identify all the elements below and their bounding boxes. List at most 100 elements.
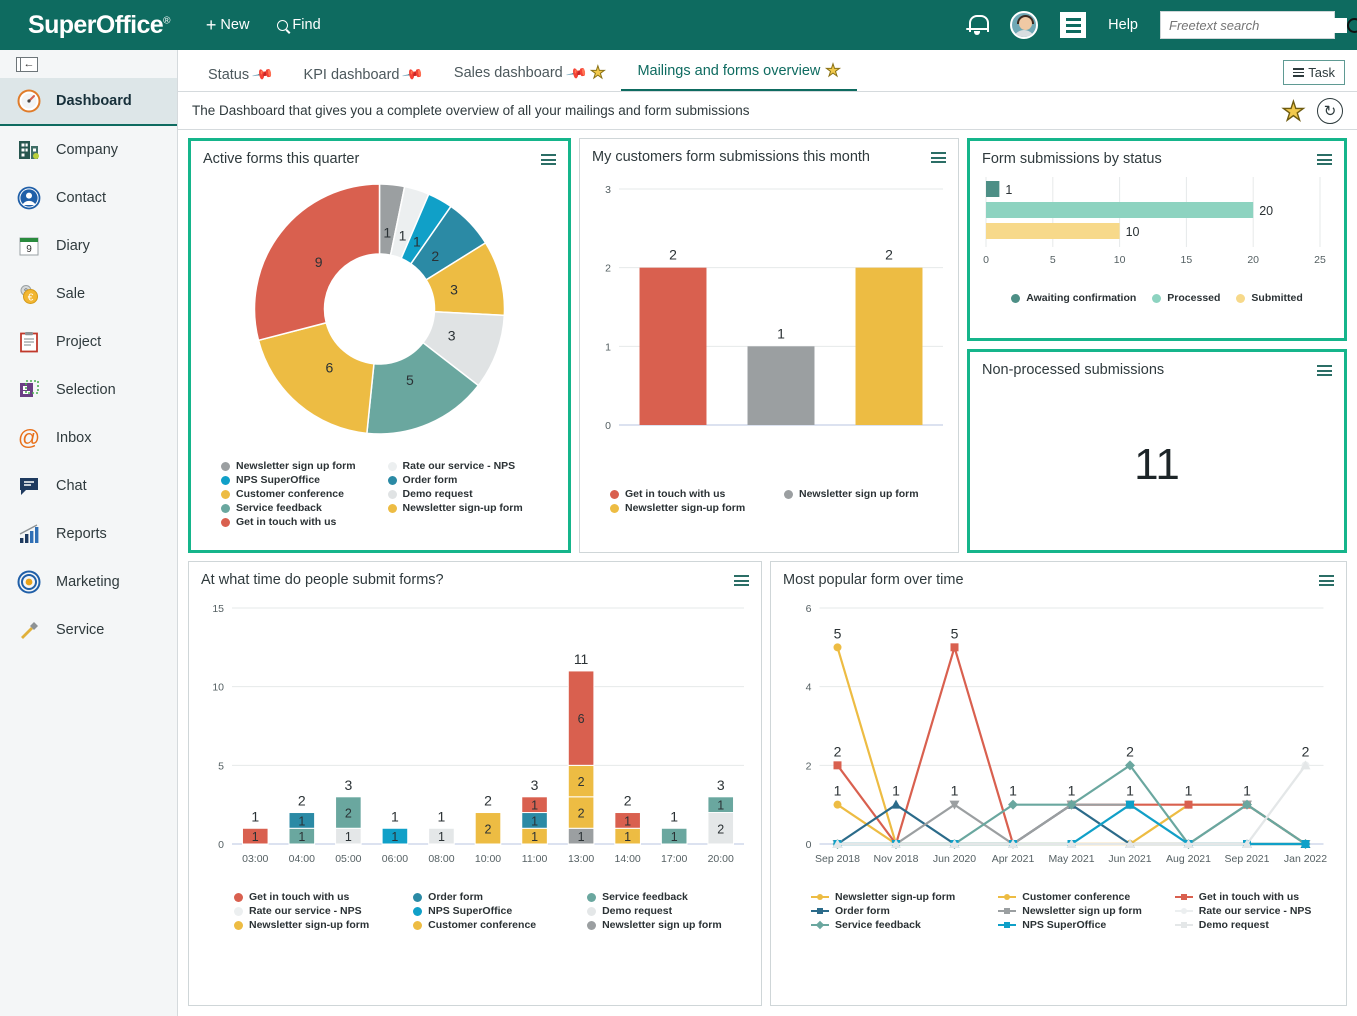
legend-item[interactable]: Newsletter sign-up form: [387, 501, 555, 515]
legend-swatch: [587, 906, 597, 916]
legend-item[interactable]: Awaiting confirmation: [1011, 291, 1136, 305]
legend-item[interactable]: Rate our service - NPS: [234, 904, 413, 918]
sidebar-item-diary[interactable]: 9 Diary: [0, 222, 177, 270]
svg-text:10: 10: [212, 682, 224, 694]
legend-item[interactable]: Demo request: [587, 904, 761, 918]
legend-item[interactable]: Newsletter sign-up form: [811, 890, 998, 904]
sidebar-item-service[interactable]: Service: [0, 606, 177, 654]
task-button[interactable]: Task: [1283, 60, 1345, 85]
legend-item[interactable]: Newsletter sign up form: [587, 918, 761, 932]
legend-item[interactable]: Newsletter sign up form: [998, 904, 1175, 918]
legend-label: Customer conference: [236, 488, 344, 500]
favorite-star-icon[interactable]: ★: [1281, 97, 1306, 124]
legend-swatch: [811, 893, 829, 902]
star-icon[interactable]: ★: [825, 61, 841, 81]
svg-text:14:00: 14:00: [614, 853, 640, 865]
pin-icon[interactable]: 📌: [564, 61, 588, 85]
svg-text:9: 9: [26, 244, 32, 255]
collapse-sidebar-button[interactable]: ←: [16, 56, 38, 72]
svg-text:9: 9: [315, 254, 323, 270]
legend-item[interactable]: Service feedback: [221, 501, 388, 515]
sidebar-item-inbox[interactable]: @ Inbox: [0, 414, 177, 462]
search-input[interactable]: [1169, 17, 1347, 33]
svg-text:2: 2: [1302, 743, 1310, 759]
legend-item[interactable]: Get in touch with us: [610, 487, 784, 501]
tab-status[interactable]: Status 📌: [192, 63, 288, 91]
sidebar-item-marketing[interactable]: Marketing: [0, 558, 177, 606]
legend-item[interactable]: Customer conference: [413, 918, 587, 932]
legend-swatch: [811, 920, 829, 930]
legend-item[interactable]: Customer conference: [998, 890, 1175, 904]
legend-item[interactable]: Get in touch with us: [1174, 890, 1346, 904]
legend-item[interactable]: Demo request: [387, 487, 555, 501]
search-box[interactable]: [1160, 11, 1357, 39]
sidebar-item-selection[interactable]: Selection: [0, 366, 177, 414]
svg-text:1: 1: [892, 783, 900, 799]
search-icon: [277, 19, 289, 31]
avatar[interactable]: [1010, 11, 1039, 39]
legend-item[interactable]: Order form: [413, 890, 587, 904]
legend-item[interactable]: Service feedback: [587, 890, 761, 904]
find-button[interactable]: Find: [277, 17, 321, 33]
new-button[interactable]: + New: [206, 16, 250, 34]
search-submit-icon[interactable]: [1347, 17, 1357, 33]
legend-item[interactable]: Order form: [811, 904, 998, 918]
card-menu-icon[interactable]: [931, 149, 946, 164]
card-menu-icon[interactable]: [734, 572, 749, 587]
sidebar-item-project[interactable]: Project: [0, 318, 177, 366]
legend-item[interactable]: Get in touch with us: [221, 515, 388, 529]
refresh-icon[interactable]: ↻: [1317, 97, 1343, 124]
legend-item[interactable]: Rate our service - NPS: [387, 459, 555, 473]
star-icon[interactable]: ★: [590, 63, 606, 83]
legend-swatch: [1236, 293, 1246, 303]
sidebar-item-reports[interactable]: Reports: [0, 510, 177, 558]
help-link[interactable]: Help: [1108, 17, 1138, 33]
legend-item[interactable]: Newsletter sign up form: [221, 459, 388, 473]
legend-item[interactable]: Newsletter sign up form: [784, 487, 958, 501]
card-at-what-time-do-people-submit-forms[interactable]: At what time do people submit forms? 0 5 1…: [188, 561, 762, 1006]
legend-item[interactable]: NPS SuperOffice: [221, 473, 388, 487]
tab-mailings-and-forms-overview[interactable]: Mailings and forms overview ★: [621, 61, 857, 91]
tab-kpi-dashboard[interactable]: KPI dashboard 📌: [288, 63, 438, 91]
card-menu-icon[interactable]: [1317, 151, 1332, 166]
card-my-customers-form-submissions[interactable]: My customers form submissions this month…: [579, 138, 959, 553]
card-most-popular-form-over-time[interactable]: Most popular form over time 0 2 4 6 Sep 2018…: [770, 561, 1347, 1006]
legend-item[interactable]: Rate our service - NPS: [1174, 904, 1346, 918]
legend-label: Service feedback: [236, 502, 322, 514]
sidebar-item-company[interactable]: Company: [0, 126, 177, 174]
legend-item[interactable]: Get in touch with us: [234, 890, 413, 904]
sidebar-item-contact[interactable]: Contact: [0, 174, 177, 222]
legend-item[interactable]: Service feedback: [811, 918, 998, 932]
legend-item[interactable]: Processed: [1152, 291, 1220, 305]
card-form-submissions-by-status[interactable]: Form submissions by status 1 20 10 0 5 10 15 20…: [967, 138, 1347, 341]
tab-sales-dashboard[interactable]: Sales dashboard 📌 ★: [438, 61, 622, 91]
legend-item[interactable]: Customer conference: [221, 487, 388, 501]
legend-item[interactable]: NPS SuperOffice: [998, 918, 1175, 932]
svg-text:5: 5: [951, 625, 959, 641]
legend-item[interactable]: Order form: [387, 473, 555, 487]
sidebar-item-sale[interactable]: $€ Sale: [0, 270, 177, 318]
pin-icon[interactable]: 📌: [401, 63, 425, 87]
sidebar-item-chat[interactable]: Chat: [0, 462, 177, 510]
card-menu-icon[interactable]: [1319, 572, 1334, 587]
bell-icon[interactable]: [966, 13, 990, 37]
card-non-processed-submissions[interactable]: Non-processed submissions 11: [967, 349, 1347, 553]
card-menu-icon[interactable]: [1317, 362, 1332, 377]
card-menu-icon[interactable]: [541, 151, 556, 166]
legend-label: Get in touch with us: [249, 891, 350, 903]
legend-label: Rate our service - NPS: [249, 905, 362, 917]
dashboard-board: Active forms this quarter 111233569 News…: [178, 130, 1357, 1016]
legend-item[interactable]: Newsletter sign-up form: [234, 918, 413, 932]
legend-swatch: [587, 892, 597, 902]
svg-text:1: 1: [531, 814, 538, 828]
legend-item[interactable]: NPS SuperOffice: [413, 904, 587, 918]
legend-item[interactable]: Demo request: [1174, 918, 1346, 932]
hamburger-icon[interactable]: [1060, 12, 1087, 38]
legend-item[interactable]: Newsletter sign-up form: [610, 501, 784, 515]
pin-icon[interactable]: 📌: [251, 63, 274, 87]
card-active-forms-this-quarter[interactable]: Active forms this quarter 111233569 News…: [188, 138, 571, 553]
app-logo[interactable]: SuperOffice®: [12, 11, 170, 40]
sidebar-item-dashboard[interactable]: Dashboard: [0, 78, 177, 126]
legend-item[interactable]: Submitted: [1236, 291, 1303, 305]
legend-label: Rate our service - NPS: [402, 460, 516, 472]
